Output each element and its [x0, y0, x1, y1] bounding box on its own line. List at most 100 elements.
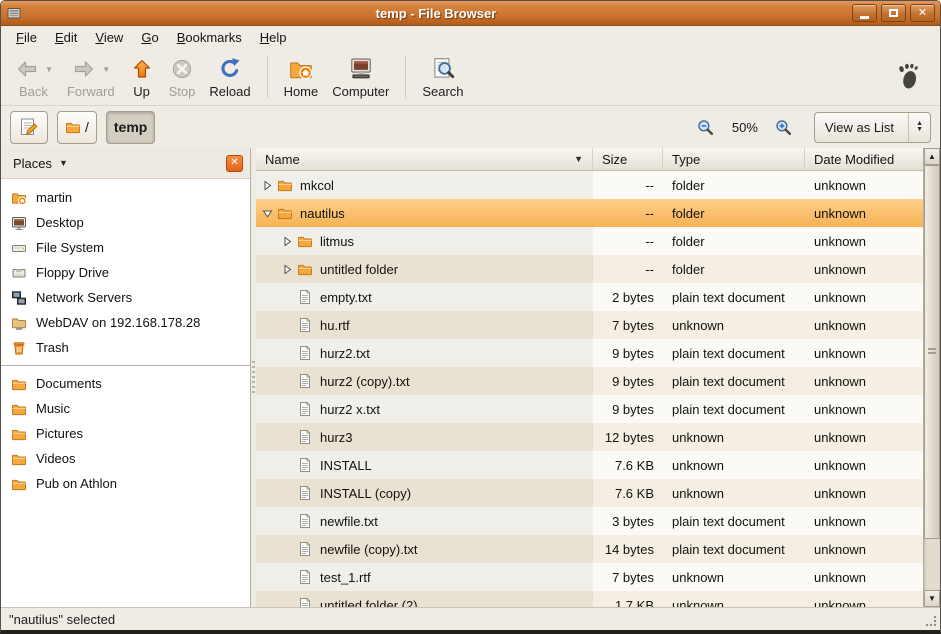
- file-row-untitled-folder[interactable]: untitled folder--folderunknown: [256, 255, 923, 283]
- sidebar-item-pub-on-athlon[interactable]: Pub on Athlon: [1, 471, 250, 496]
- search-button[interactable]: Search: [415, 53, 470, 101]
- scrollbar-thumb[interactable]: [924, 165, 940, 539]
- text-file-icon: [297, 345, 313, 361]
- file-row-newfile-txt[interactable]: newfile.txt3 bytesplain text documentunk…: [256, 507, 923, 535]
- sidebar-item-desktop[interactable]: Desktop: [1, 210, 250, 235]
- expander-collapsed-icon[interactable]: [280, 264, 295, 275]
- view-mode-combo[interactable]: View as List ▲▼: [814, 112, 931, 143]
- toggle-location-entry-button[interactable]: [10, 111, 48, 144]
- pane-splitter[interactable]: [251, 148, 256, 607]
- sidebar-item-music[interactable]: Music: [1, 396, 250, 421]
- resize-grip[interactable]: [926, 616, 937, 627]
- toolbar-separator: [267, 56, 268, 98]
- path-button-root[interactable]: /: [57, 111, 97, 144]
- expander-expanded-icon[interactable]: [260, 208, 275, 219]
- home-icon: [288, 56, 314, 82]
- folder-icon: [11, 401, 27, 417]
- menu-view[interactable]: View: [86, 27, 132, 48]
- cell-date-modified: unknown: [805, 591, 923, 607]
- file-row-test-1-rtf[interactable]: test_1.rtf7 bytesunknownunknown: [256, 563, 923, 591]
- sidebar-item-documents[interactable]: Documents: [1, 371, 250, 396]
- file-row-hurz2-x-txt[interactable]: hurz2 x.txt9 bytesplain text documentunk…: [256, 395, 923, 423]
- column-header-type[interactable]: Type: [663, 148, 805, 170]
- up-label: Up: [133, 84, 150, 99]
- window-menu-icon[interactable]: [6, 4, 24, 22]
- cell-name: mkcol: [256, 171, 593, 199]
- sidebar-item-network-servers[interactable]: Network Servers: [1, 285, 250, 310]
- file-row-untitled-folder-2[interactable]: untitled folder (2)1.7 KBunknownunknown: [256, 591, 923, 607]
- cell-size: 12 bytes: [593, 423, 663, 451]
- sidebar-item-trash[interactable]: Trash: [1, 335, 250, 360]
- zoom-level: 50%: [732, 120, 758, 135]
- scroll-up-button[interactable]: ▲: [924, 148, 940, 165]
- window-title: temp - File Browser: [24, 6, 848, 21]
- sidebar-item-martin[interactable]: martin: [1, 185, 250, 210]
- scroll-down-button[interactable]: ▼: [924, 590, 940, 607]
- menu-edit[interactable]: Edit: [46, 27, 86, 48]
- sidebar-item-label: Music: [36, 401, 70, 416]
- file-row-hurz2-copy-txt[interactable]: hurz2 (copy).txt9 bytesplain text docume…: [256, 367, 923, 395]
- menu-bookmarks[interactable]: Bookmarks: [168, 27, 251, 48]
- file-row-mkcol[interactable]: mkcol--folderunknown: [256, 171, 923, 199]
- column-header-date-modified[interactable]: Date Modified: [805, 148, 923, 170]
- reload-button[interactable]: Reload: [202, 53, 257, 101]
- maximize-button[interactable]: [881, 4, 906, 22]
- close-icon: ✕: [918, 8, 927, 19]
- file-row-install-copy[interactable]: INSTALL (copy)7.6 KBunknownunknown: [256, 479, 923, 507]
- floppy-icon: [11, 265, 27, 281]
- file-name-label: newfile.txt: [320, 514, 378, 529]
- cell-size: 7 bytes: [593, 563, 663, 591]
- expander-collapsed-icon[interactable]: [260, 180, 275, 191]
- file-row-nautilus[interactable]: nautilus--folderunknown: [256, 199, 923, 227]
- stop-button: Stop: [162, 53, 203, 101]
- file-row-install[interactable]: INSTALL7.6 KBunknownunknown: [256, 451, 923, 479]
- zoom-in-icon[interactable]: [773, 116, 795, 138]
- sidebar-item-floppy-drive[interactable]: Floppy Drive: [1, 260, 250, 285]
- sidebar-item-pictures[interactable]: Pictures: [1, 421, 250, 446]
- sidebar-close-button[interactable]: ✕: [226, 155, 243, 172]
- file-row-hurz2-txt[interactable]: hurz2.txt9 bytesplain text documentunkno…: [256, 339, 923, 367]
- column-header-size[interactable]: Size: [593, 148, 663, 170]
- menu-help[interactable]: Help: [251, 27, 296, 48]
- zoom-out-icon[interactable]: [695, 116, 717, 138]
- menu-go[interactable]: Go: [132, 27, 167, 48]
- gnome-foot-icon: [894, 62, 924, 92]
- file-row-hurz3[interactable]: hurz312 bytesunknownunknown: [256, 423, 923, 451]
- sidebar-item-label: Pub on Athlon: [36, 476, 117, 491]
- places-combo-button[interactable]: Places ▼: [8, 153, 73, 174]
- cell-type: unknown: [663, 591, 805, 607]
- computer-button[interactable]: Computer: [325, 53, 396, 101]
- path-button-current[interactable]: temp: [106, 111, 155, 144]
- forward-label: Forward: [67, 84, 115, 99]
- cell-date-modified: unknown: [805, 479, 923, 507]
- sidebar-item-label: Desktop: [36, 215, 84, 230]
- cell-date-modified: unknown: [805, 563, 923, 591]
- edit-location-icon: [18, 116, 40, 138]
- text-file-icon: [297, 457, 313, 473]
- cell-size: 3 bytes: [593, 507, 663, 535]
- cell-size: --: [593, 227, 663, 255]
- file-row-hu-rtf[interactable]: hu.rtf7 bytesunknownunknown: [256, 311, 923, 339]
- places-sidebar: Places ▼ ✕ martin Desktop File SystemFlopp…: [1, 148, 251, 607]
- cell-name: hurz2 x.txt: [256, 395, 593, 423]
- home-button[interactable]: Home: [277, 53, 326, 101]
- sidebar-item-file-system[interactable]: File System: [1, 235, 250, 260]
- sidebar-item-webdav-on-192-168-178-28[interactable]: WebDAV on 192.168.178.28: [1, 310, 250, 335]
- up-button[interactable]: Up: [122, 53, 162, 101]
- file-row-empty-txt[interactable]: empty.txt2 bytesplain text documentunkno…: [256, 283, 923, 311]
- file-row-litmus[interactable]: litmus--folderunknown: [256, 227, 923, 255]
- cell-size: --: [593, 255, 663, 283]
- cell-type: plain text document: [663, 283, 805, 311]
- close-button[interactable]: ✕: [910, 4, 935, 22]
- search-icon: [430, 56, 456, 82]
- text-file-icon: [297, 401, 313, 417]
- vertical-scrollbar: ▲ ▼: [923, 148, 940, 607]
- minimize-button[interactable]: [852, 4, 877, 22]
- file-row-newfile-copy-txt[interactable]: newfile (copy).txt14 bytesplain text doc…: [256, 535, 923, 563]
- column-header-name[interactable]: Name▼: [256, 148, 593, 170]
- column-label: Date Modified: [814, 152, 894, 167]
- menu-file[interactable]: File: [7, 27, 46, 48]
- expander-collapsed-icon[interactable]: [280, 236, 295, 247]
- sidebar-item-videos[interactable]: Videos: [1, 446, 250, 471]
- scrollbar-track[interactable]: [924, 165, 940, 590]
